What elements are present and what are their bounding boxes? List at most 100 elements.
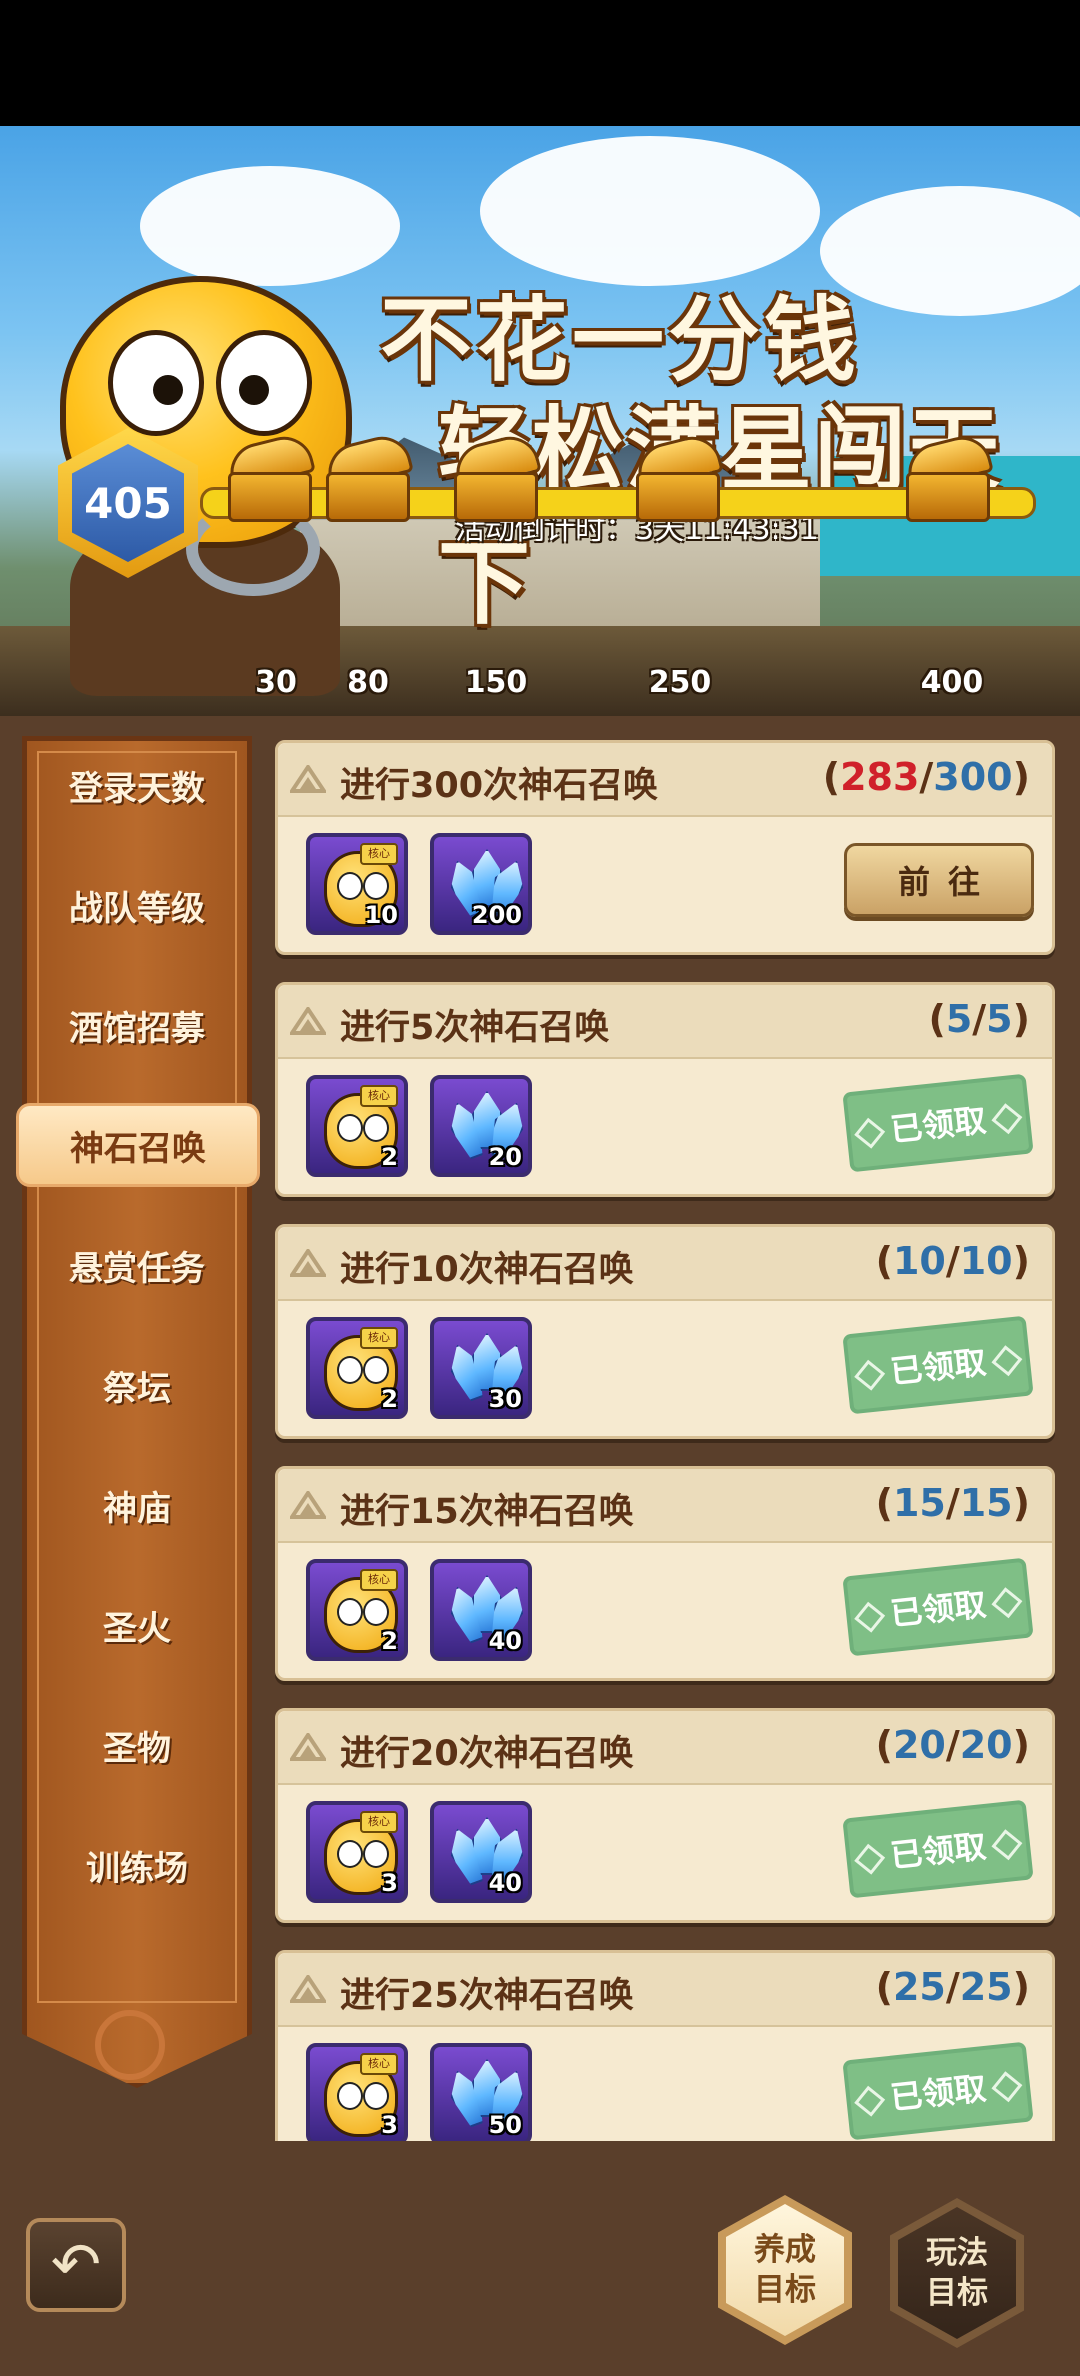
reward-crystal-item[interactable]: 50 bbox=[430, 2043, 532, 2141]
task-title: 进行15次神石召唤 bbox=[340, 1492, 634, 1532]
task-progress: (25/25) bbox=[875, 1965, 1030, 2009]
task-progress: (20/20) bbox=[875, 1723, 1030, 1767]
progress-max: 5 bbox=[986, 997, 1013, 1041]
chest-milestone-label: 30 bbox=[255, 665, 297, 700]
reward-count: 3 bbox=[381, 2111, 398, 2139]
reward-count: 30 bbox=[488, 1385, 522, 1413]
nurture-goal-label: 养成 目标 bbox=[726, 2204, 844, 2336]
reward-crystal-item[interactable]: 30 bbox=[430, 1317, 532, 1419]
sidebar-item-temple[interactable]: 神庙 bbox=[22, 1465, 252, 1545]
sidebar-item-training-ground[interactable]: 训练场 bbox=[22, 1825, 252, 1905]
task-card: 进行25次神石召唤 (25/25) 核心 3 50 已领取 bbox=[275, 1950, 1055, 2141]
task-card: 进行10次神石召唤 (10/10) 核心 2 30 已领取 bbox=[275, 1224, 1055, 1439]
chest-milestone-label: 400 bbox=[920, 665, 984, 700]
treasure-chest-icon[interactable] bbox=[450, 430, 542, 522]
reward-hero-item[interactable]: 核心 3 bbox=[306, 1801, 408, 1903]
sidebar-item-team-level[interactable]: 战队等级 bbox=[22, 865, 252, 945]
event-banner: 不花一分钱 轻松满星闯天下 活动倒计时：3天11:43:31 bbox=[0, 126, 1080, 716]
core-tag: 核心 bbox=[360, 1327, 398, 1349]
treasure-chest-icon[interactable] bbox=[224, 430, 316, 522]
core-tag: 核心 bbox=[360, 1569, 398, 1591]
sidebar-item-login-days[interactable]: 登录天数 bbox=[22, 745, 252, 825]
reward-crystal-item[interactable]: 40 bbox=[430, 1559, 532, 1661]
task-title: 进行25次神石召唤 bbox=[340, 1976, 634, 2016]
sidebar-item-divine-summon[interactable]: 神石召唤 bbox=[16, 1103, 260, 1187]
back-button[interactable]: ↶ bbox=[26, 2218, 126, 2312]
reward-count: 40 bbox=[488, 1869, 522, 1897]
sidebar-item-altar[interactable]: 祭坛 bbox=[22, 1345, 252, 1425]
progress-current: 15 bbox=[892, 1481, 946, 1525]
reward-crystal-item[interactable]: 200 bbox=[430, 833, 532, 935]
progress-max: 300 bbox=[933, 755, 1013, 799]
reward-count: 20 bbox=[488, 1143, 522, 1171]
claimed-stamp: 已领取 bbox=[842, 1315, 1034, 1415]
reward-hero-item[interactable]: 核心 3 bbox=[306, 2043, 408, 2141]
sidebar-emblem-icon bbox=[95, 2010, 165, 2080]
task-progress: (10/10) bbox=[875, 1239, 1030, 1283]
progress-current: 5 bbox=[945, 997, 973, 1041]
status-bar bbox=[0, 0, 1080, 126]
triangle-icon bbox=[290, 1249, 326, 1277]
claimed-stamp: 已领取 bbox=[842, 2041, 1034, 2141]
claimed-stamp: 已领取 bbox=[842, 1557, 1034, 1657]
progress-max: 20 bbox=[959, 1723, 1013, 1767]
chest-milestone-label: 150 bbox=[464, 665, 528, 700]
task-progress: (283/300) bbox=[822, 755, 1030, 799]
core-tag: 核心 bbox=[360, 2053, 398, 2075]
reward-hero-item[interactable]: 核心 2 bbox=[306, 1317, 408, 1419]
sidebar-item-bounty-tasks[interactable]: 悬赏任务 bbox=[22, 1225, 252, 1305]
gameplay-goal-label: 玩法 目标 bbox=[898, 2207, 1016, 2339]
task-card: 进行5次神石召唤 (5/5) 核心 2 20 已领取 bbox=[275, 982, 1055, 1197]
task-progress: (15/15) bbox=[875, 1481, 1030, 1525]
progress-max: 10 bbox=[959, 1239, 1013, 1283]
claimed-stamp: 已领取 bbox=[842, 1799, 1034, 1899]
task-title: 进行20次神石召唤 bbox=[340, 1734, 634, 1774]
triangle-icon bbox=[290, 1491, 326, 1519]
progress-current: 283 bbox=[840, 755, 920, 799]
back-arrow-icon: ↶ bbox=[50, 2230, 102, 2300]
task-card: 进行15次神石召唤 (15/15) 核心 2 40 已领取 bbox=[275, 1466, 1055, 1681]
task-title: 进行10次神石召唤 bbox=[340, 1250, 634, 1290]
reward-hero-item[interactable]: 核心 10 bbox=[306, 833, 408, 935]
sidebar-item-relics[interactable]: 圣物 bbox=[22, 1705, 252, 1785]
task-list[interactable]: 进行300次神石召唤 (283/300) 核心 10 200 前往 进行5次神石… bbox=[275, 736, 1055, 2141]
reward-count: 50 bbox=[488, 2111, 522, 2139]
triangle-icon bbox=[290, 1733, 326, 1761]
claimed-stamp: 已领取 bbox=[842, 1073, 1034, 1173]
progress-max: 25 bbox=[959, 1965, 1013, 2009]
progress-current: 20 bbox=[892, 1723, 946, 1767]
reward-count: 40 bbox=[488, 1627, 522, 1655]
task-card: 进行20次神石召唤 (20/20) 核心 3 40 已领取 bbox=[275, 1708, 1055, 1923]
triangle-icon bbox=[290, 1007, 326, 1035]
chest-milestone-label: 80 bbox=[347, 665, 389, 700]
reward-count: 10 bbox=[364, 901, 398, 929]
progress-current: 25 bbox=[892, 1965, 946, 2009]
reward-count: 2 bbox=[381, 1385, 398, 1413]
task-title: 进行300次神石召唤 bbox=[340, 766, 659, 806]
triangle-icon bbox=[290, 765, 326, 793]
task-progress: (5/5) bbox=[928, 997, 1030, 1041]
reward-crystal-item[interactable]: 40 bbox=[430, 1801, 532, 1903]
core-tag: 核心 bbox=[360, 1811, 398, 1833]
treasure-chest-icon[interactable] bbox=[322, 430, 414, 522]
score-value: 405 bbox=[72, 444, 184, 562]
progress-max: 15 bbox=[959, 1481, 1013, 1525]
task-title: 进行5次神石召唤 bbox=[340, 1008, 610, 1048]
sidebar-item-sacred-fire[interactable]: 圣火 bbox=[22, 1585, 252, 1665]
core-tag: 核心 bbox=[360, 843, 398, 865]
core-tag: 核心 bbox=[360, 1085, 398, 1107]
triangle-icon bbox=[290, 1975, 326, 2003]
reward-count: 3 bbox=[381, 1869, 398, 1897]
reward-hero-item[interactable]: 核心 2 bbox=[306, 1075, 408, 1177]
sidebar-item-tavern-recruit[interactable]: 酒馆招募 bbox=[22, 985, 252, 1065]
reward-count: 2 bbox=[381, 1627, 398, 1655]
task-card: 进行300次神石召唤 (283/300) 核心 10 200 前往 bbox=[275, 740, 1055, 955]
progress-current: 10 bbox=[892, 1239, 946, 1283]
treasure-chest-icon[interactable] bbox=[902, 430, 994, 522]
reward-count: 200 bbox=[471, 901, 522, 929]
reward-crystal-item[interactable]: 20 bbox=[430, 1075, 532, 1177]
reward-hero-item[interactable]: 核心 2 bbox=[306, 1559, 408, 1661]
goto-button[interactable]: 前往 bbox=[844, 843, 1034, 917]
treasure-chest-icon[interactable] bbox=[632, 430, 724, 522]
chest-milestone-label: 250 bbox=[648, 665, 712, 700]
